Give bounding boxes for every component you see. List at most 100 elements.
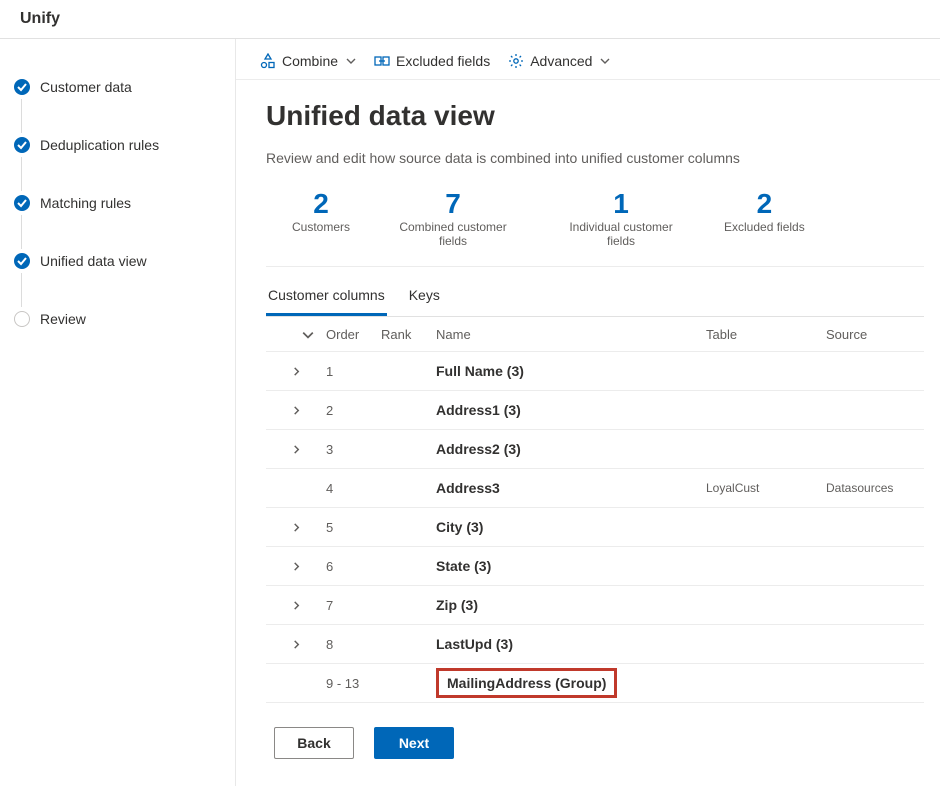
expand-toggle[interactable]	[266, 640, 326, 649]
check-icon	[14, 79, 30, 95]
app-title: Unify	[20, 10, 60, 27]
wizard-step-label: Customer data	[40, 79, 132, 95]
grid-header: Order Rank Name Table Source	[266, 317, 924, 352]
footer-actions: Back Next	[266, 703, 924, 759]
table-row[interactable]: 5 City (3)	[266, 508, 924, 547]
cell-name: Address2 (3)	[436, 441, 706, 457]
table-row[interactable]: 4 Address3LoyalCustDatasources	[266, 469, 924, 508]
cell-order: 9 - 13	[326, 676, 381, 691]
cell-order: 8	[326, 637, 381, 652]
cell-table: LoyalCust	[706, 481, 826, 495]
wizard-step[interactable]: Customer data	[14, 75, 221, 99]
back-button[interactable]: Back	[274, 727, 354, 759]
table-row[interactable]: 3 Address2 (3)	[266, 430, 924, 469]
table-row[interactable]: 1 Full Name (3)	[266, 352, 924, 391]
table-row[interactable]: 8 LastUpd (3)	[266, 625, 924, 664]
stat-number: 7	[388, 188, 518, 220]
tab-bar: Customer columns Keys	[266, 277, 924, 317]
step-connector	[21, 215, 22, 249]
check-icon	[14, 195, 30, 211]
chevron-right-icon	[292, 562, 301, 571]
main-panel: Combine Excluded fields Advanced Unified…	[236, 39, 940, 786]
stat-label: Combined customer fields	[388, 220, 518, 248]
wizard-step-label: Matching rules	[40, 195, 131, 211]
cell-order: 3	[326, 442, 381, 457]
stat-card: 2Customers	[292, 188, 350, 248]
cell-order: 7	[326, 598, 381, 613]
cell-name: Full Name (3)	[436, 363, 706, 379]
header-name: Name	[436, 327, 706, 342]
cell-order: 2	[326, 403, 381, 418]
circle-icon	[14, 311, 30, 327]
stat-label: Excluded fields	[724, 220, 805, 234]
chevron-right-icon	[292, 367, 301, 376]
toolbar: Combine Excluded fields Advanced	[236, 39, 940, 80]
header-order: Order	[326, 327, 381, 342]
stats-row: 2Customers 7Combined customer fields 1Indi…	[266, 188, 924, 267]
table-row[interactable]: 7 Zip (3)	[266, 586, 924, 625]
wizard-step-label: Deduplication rules	[40, 137, 159, 153]
combine-icon	[260, 53, 276, 69]
table-row[interactable]: 2 Address1 (3)	[266, 391, 924, 430]
combine-label: Combine	[282, 53, 338, 69]
cell-name: Zip (3)	[436, 597, 706, 613]
expand-toggle[interactable]	[266, 601, 326, 610]
stat-label: Individual customer fields	[556, 220, 686, 248]
expand-toggle[interactable]	[266, 562, 326, 571]
excluded-label: Excluded fields	[396, 53, 490, 69]
cell-name: LastUpd (3)	[436, 636, 706, 652]
wizard-step[interactable]: Review	[14, 307, 221, 331]
stat-card: 7Combined customer fields	[388, 188, 518, 248]
chevron-right-icon	[292, 523, 301, 532]
cell-name: Address1 (3)	[436, 402, 706, 418]
cell-name: State (3)	[436, 558, 706, 574]
header-table: Table	[706, 327, 826, 342]
tab-customer-columns[interactable]: Customer columns	[266, 277, 387, 316]
wizard-step[interactable]: Unified data view	[14, 249, 221, 273]
step-connector	[21, 99, 22, 133]
stat-number: 1	[556, 188, 686, 220]
page-subtitle: Review and edit how source data is combi…	[266, 150, 924, 166]
cell-name: MailingAddress (Group)	[436, 668, 706, 698]
header-rank: Rank	[381, 327, 436, 342]
cell-order: 4	[326, 481, 381, 496]
step-connector	[21, 157, 22, 191]
wizard-step[interactable]: Matching rules	[14, 191, 221, 215]
chevron-right-icon	[292, 406, 301, 415]
wizard-step[interactable]: Deduplication rules	[14, 133, 221, 157]
app-header: Unify	[0, 0, 940, 39]
cell-order: 6	[326, 559, 381, 574]
stat-label: Customers	[292, 220, 350, 234]
table-row[interactable]: 9 - 13 MailingAddress (Group)	[266, 664, 924, 703]
gear-icon	[508, 53, 524, 69]
excluded-fields-button[interactable]: Excluded fields	[374, 53, 490, 69]
chevron-down-icon	[302, 329, 314, 341]
chevron-right-icon	[292, 445, 301, 454]
cell-order: 5	[326, 520, 381, 535]
wizard-sidebar: Customer data Deduplication rules Matching…	[0, 39, 236, 786]
expand-toggle[interactable]	[266, 445, 326, 454]
cell-name: Address3	[436, 480, 706, 496]
cell-order: 1	[326, 364, 381, 379]
chevron-down-icon	[346, 56, 356, 66]
advanced-label: Advanced	[530, 53, 592, 69]
page-title: Unified data view	[266, 100, 924, 132]
expand-toggle[interactable]	[266, 523, 326, 532]
table-row[interactable]: 6 State (3)	[266, 547, 924, 586]
cell-source: Datasources	[826, 481, 916, 495]
chevron-down-icon	[600, 56, 610, 66]
header-source: Source	[826, 327, 916, 342]
combine-menu[interactable]: Combine	[260, 53, 356, 69]
wizard-step-label: Unified data view	[40, 253, 147, 269]
header-expand[interactable]	[266, 329, 326, 341]
stat-number: 2	[292, 188, 350, 220]
expand-toggle[interactable]	[266, 367, 326, 376]
check-icon	[14, 253, 30, 269]
advanced-menu[interactable]: Advanced	[508, 53, 610, 69]
check-icon	[14, 137, 30, 153]
tab-keys[interactable]: Keys	[407, 277, 442, 316]
stat-card: 2Excluded fields	[724, 188, 805, 248]
expand-toggle[interactable]	[266, 406, 326, 415]
next-button[interactable]: Next	[374, 727, 454, 759]
cell-name: City (3)	[436, 519, 706, 535]
